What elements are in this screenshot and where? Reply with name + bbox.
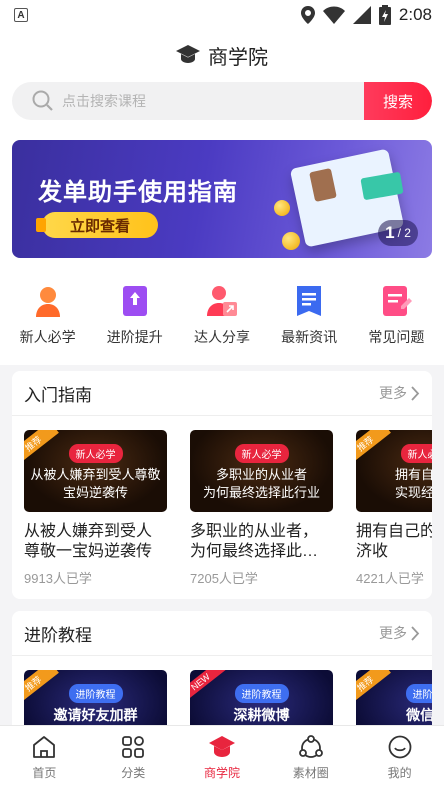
course-card[interactable]: 推荐 新人必学 从被人嫌弃到受人尊敬 宝妈逆袭传 从被人嫌弃到受人尊敬一宝妈逆袭传… <box>24 430 167 587</box>
expert-share-icon <box>206 286 237 316</box>
quick-nav-faq[interactable]: 常见问题 <box>354 284 438 347</box>
status-bar: A 2:08 <box>0 0 444 30</box>
coin-icon <box>282 232 300 250</box>
course-card[interactable]: 推荐 新人必学 拥有自己的实现经济收 拥有自己的实现经济收 4221人已学 <box>356 430 432 587</box>
quick-nav: 新人必学 进阶提升 达人分享 最新资讯 常见问题 <box>0 268 444 365</box>
tab-home[interactable]: 首页 <box>0 726 89 788</box>
course-learner-count: 9913人已学 <box>24 571 92 586</box>
smile-face-icon <box>388 735 411 758</box>
page-title: 商学院 <box>208 46 268 69</box>
section-title: 入门指南 <box>24 385 92 405</box>
section-title: 进阶教程 <box>24 625 92 645</box>
faq-icon <box>383 286 413 316</box>
thumbnail-text: 多职业的从业者 为何最终选择此行业 <box>202 467 320 500</box>
bottom-tab-bar: 首页 分类 商学院 素材圈 我的 <box>0 725 444 788</box>
banner-pager: 1/ 2 <box>378 220 418 246</box>
search-input[interactable] <box>60 92 364 110</box>
course-thumbnail: 推荐 新人必学 拥有自己的实现经济收 <box>356 430 432 512</box>
graduation-cap-icon <box>208 735 235 757</box>
search-bar: 搜索 <box>0 80 444 130</box>
more-link[interactable]: 更多 <box>379 383 420 403</box>
location-icon <box>300 6 315 24</box>
tab-materials[interactable]: 素材圈 <box>266 726 355 788</box>
course-title: 拥有自己的实现经济收 <box>356 523 432 560</box>
course-learner-count: 4221人已学 <box>356 571 424 586</box>
advance-book-icon <box>122 286 147 316</box>
search-button[interactable]: 搜索 <box>364 82 432 120</box>
coin-icon <box>274 200 290 216</box>
wifi-icon <box>322 6 345 24</box>
course-learner-count: 7205人已学 <box>190 571 258 586</box>
page-header: 商学院 <box>0 30 444 80</box>
course-thumbnail: 推荐 新人必学 从被人嫌弃到受人尊敬 宝妈逆袭传 <box>24 430 167 512</box>
more-link[interactable]: 更多 <box>379 623 420 643</box>
battery-icon <box>378 5 391 25</box>
course-title: 多职业的从业者，为何最终选择此… <box>190 523 319 560</box>
status-time: 2:08 <box>398 5 432 24</box>
thumbnail-text: 拥有自己的实现经济收 <box>394 467 432 500</box>
signal-icon <box>352 6 371 24</box>
course-title: 从被人嫌弃到受人尊敬一宝妈逆袭传 <box>24 523 153 560</box>
tab-category[interactable]: 分类 <box>89 726 178 788</box>
newbie-icon <box>35 287 60 317</box>
thumbnail-text: 从被人嫌弃到受人尊敬 宝妈逆袭传 <box>30 467 161 500</box>
search-icon <box>26 90 60 112</box>
promo-banner[interactable]: 发单助手使用指南 立即查看 1/ 2 <box>12 140 432 258</box>
course-card[interactable]: 新人必学 多职业的从业者 为何最终选择此行业 多职业的从业者，为何最终选择此… 7… <box>190 430 333 587</box>
quick-nav-expert-share[interactable]: 达人分享 <box>180 284 264 347</box>
circle-nodes-icon <box>298 734 323 758</box>
quick-nav-advance[interactable]: 进阶提升 <box>93 284 177 347</box>
quick-nav-news[interactable]: 最新资讯 <box>267 284 351 347</box>
notification-icon: A <box>14 8 28 22</box>
home-icon <box>33 735 56 758</box>
chevron-right-icon <box>411 385 420 401</box>
banner-title: 发单助手使用指南 <box>38 179 238 206</box>
category-grid-icon <box>122 735 145 758</box>
graduation-cap-icon <box>176 45 200 63</box>
tab-business-school[interactable]: 商学院 <box>178 726 267 788</box>
tab-mine[interactable]: 我的 <box>355 726 444 788</box>
banner-view-button[interactable]: 立即查看 <box>36 212 158 238</box>
course-thumbnail: 新人必学 多职业的从业者 为何最终选择此行业 <box>190 430 333 512</box>
quick-nav-newbie[interactable]: 新人必学 <box>6 284 90 347</box>
chevron-right-icon <box>411 625 420 641</box>
news-icon <box>297 286 322 316</box>
section-getting-started: 入门指南 更多 推荐 新人必学 从被人嫌弃到受人尊敬 宝妈逆袭传 从被人嫌弃到受人… <box>12 371 432 599</box>
